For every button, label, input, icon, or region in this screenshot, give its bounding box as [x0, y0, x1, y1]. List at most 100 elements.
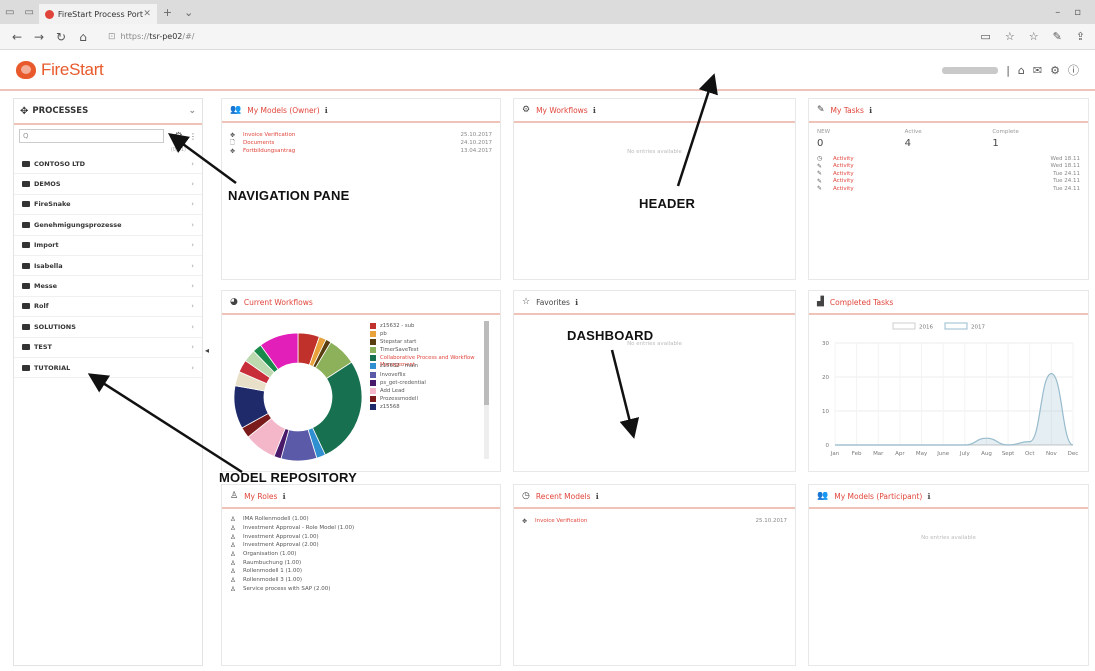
legend-item[interactable]: Collaborative Process and Workflow Manag… [370, 355, 500, 368]
task-row[interactable]: ◷ Activity Wed 18.11 [809, 155, 1088, 163]
model-row[interactable]: ✥ Invoice Verification 25.10.2017 [222, 131, 500, 139]
folder-item[interactable]: Isabella › [14, 256, 202, 277]
gear-icon[interactable]: ⚙ [1050, 64, 1060, 77]
minimize-icon[interactable]: – [1055, 7, 1060, 18]
chevron-right-icon[interactable]: › [191, 262, 194, 270]
folder-item[interactable]: DEMOS › [14, 174, 202, 195]
folder-item[interactable]: FireSnake › [14, 195, 202, 216]
folder-item[interactable]: CONTOSO LTD › [14, 154, 202, 175]
task-stat[interactable]: Complete 1 [992, 129, 1080, 149]
share-icon[interactable]: ⇪ [1076, 30, 1085, 43]
pen-icon[interactable]: ✎ [1053, 30, 1062, 43]
refresh-icon[interactable]: ↻ [50, 30, 72, 44]
info-icon[interactable]: ℹ [869, 106, 872, 115]
role-row[interactable]: ♙ Raumbuchung (1.00) [222, 558, 500, 567]
role-row[interactable]: ♙ Investment Approval (2.00) [222, 541, 500, 550]
folder-item[interactable]: TEST › [14, 338, 202, 358]
model-name-link[interactable]: Documents [243, 140, 461, 146]
legend-item[interactable]: TimerSaveTest [370, 347, 500, 355]
model-row[interactable]: ✥ Fortbildungsantrag 13.04.2017 [222, 147, 500, 155]
role-row[interactable]: ♙ Investment Approval (1.00) [222, 532, 500, 541]
maximize-icon[interactable]: ▫ [1074, 7, 1081, 18]
task-row[interactable]: ✎ Activity Tue 24.11 [809, 170, 1088, 178]
legend-item[interactable]: Invoveflix [370, 371, 500, 380]
info-icon[interactable]: ℹ [282, 492, 285, 501]
folder-item[interactable]: Rolf › [14, 297, 202, 318]
settings-icon[interactable]: ⚙ [174, 131, 183, 142]
role-row[interactable]: ♙ Investment Approval - Role Model (1.00) [222, 524, 500, 533]
task-stat[interactable]: Active 4 [905, 129, 993, 149]
home-icon[interactable]: ⌂ [72, 30, 94, 44]
chevron-right-icon[interactable]: › [191, 364, 194, 372]
role-row[interactable]: ♙ Organisation (1.00) [222, 550, 500, 559]
task-name-link[interactable]: Activity [833, 156, 1051, 162]
task-name-link[interactable]: Activity [833, 178, 1053, 184]
chevron-right-icon[interactable]: › [191, 282, 194, 290]
reading-view-icon[interactable]: ▭ [980, 30, 990, 43]
chevron-right-icon[interactable]: › [191, 160, 194, 168]
info-icon[interactable]: ℹ [575, 298, 578, 307]
mail-icon[interactable]: ✉ [1033, 64, 1042, 77]
legend-item[interactable]: z15632 - sub [370, 323, 500, 331]
scrollbar-thumb[interactable] [484, 321, 489, 405]
info-icon[interactable]: ℹ [596, 492, 599, 501]
browser-tab[interactable]: FireStart Process Portal ✕ [38, 4, 157, 24]
role-row[interactable]: ♙ IMA Rollenmodell (1.00) [222, 515, 500, 524]
back-arrow-icon[interactable]: ← [6, 30, 28, 44]
favorites-list-icon[interactable]: ☆ [1029, 30, 1039, 43]
chevron-right-icon[interactable]: › [191, 241, 194, 249]
legend-item[interactable]: Stepstar start [370, 339, 500, 347]
user-name[interactable] [942, 66, 999, 74]
processes-header[interactable]: ✥ PROCESSES ⌄ [14, 99, 202, 125]
model-row[interactable]: 🗋 Documents 24.10.2017 [222, 139, 500, 147]
chevron-right-icon[interactable]: › [191, 180, 194, 188]
tab-back-icon[interactable]: ▭ [19, 7, 38, 18]
donut-slice[interactable] [311, 361, 363, 456]
legend-item[interactable]: Prozessmodell [370, 395, 500, 404]
chevron-down-icon[interactable]: ⌄ [188, 106, 196, 116]
role-row[interactable]: ♙ Service process with SAP (2.00) [222, 585, 500, 594]
home-icon[interactable]: ⌂ [1018, 64, 1025, 77]
chevron-right-icon[interactable]: › [191, 343, 194, 351]
chevron-right-icon[interactable]: › [191, 221, 194, 229]
favorite-star-icon[interactable]: ☆ [1005, 30, 1015, 43]
task-name-link[interactable]: Activity [833, 163, 1051, 169]
tab-list-icon[interactable]: ⌄ [178, 6, 199, 19]
task-name-link[interactable]: Activity [833, 171, 1053, 177]
info-icon[interactable]: ℹ [325, 106, 328, 115]
recent-model-row[interactable]: ✥ Invoice Verification 25.10.2017 [514, 517, 795, 525]
legend-scrollbar[interactable] [484, 321, 489, 459]
task-row[interactable]: ✎ Activity Wed 18.11 [809, 163, 1088, 171]
new-tab-icon[interactable]: + [157, 6, 178, 19]
model-name-link[interactable]: Fortbildungsantrag [243, 148, 461, 154]
more-options-icon[interactable]: ⋮ [189, 132, 197, 141]
task-row[interactable]: ✎ Activity Tue 24.11 [809, 185, 1088, 193]
legend-item[interactable]: z15568 [370, 403, 500, 412]
info-icon[interactable]: ℹ [593, 106, 596, 115]
task-stat[interactable]: NEW 0 [817, 129, 905, 149]
legend-item[interactable]: pb [370, 331, 500, 339]
chevron-right-icon[interactable]: › [191, 323, 194, 331]
tab-actions-icon[interactable]: ▭ [0, 7, 19, 18]
folder-item[interactable]: TUTORIAL › [14, 358, 202, 379]
chevron-right-icon[interactable]: › [191, 200, 194, 208]
role-row[interactable]: ♙ Rollenmodell 3 (1.00) [222, 576, 500, 585]
folder-item[interactable]: Genehmigungsprozesse › [14, 215, 202, 236]
legend-item[interactable]: ps_get-credential [370, 379, 500, 388]
folder-item[interactable]: SOLUTIONS › [14, 317, 202, 338]
info-icon[interactable]: ℹ [927, 492, 930, 501]
task-row[interactable]: ✎ Activity Tue 24.11 [809, 178, 1088, 186]
folder-item[interactable]: Import › [14, 236, 202, 256]
model-name-link[interactable]: Invoice Verification [535, 518, 756, 524]
folder-item[interactable]: Messe › [14, 276, 202, 297]
collapse-pane-icon[interactable]: ◂ [205, 346, 209, 355]
search-input[interactable]: Q [19, 129, 165, 143]
firestart-logo[interactable]: FireStart [16, 60, 104, 80]
legend-item[interactable]: Add Lead [370, 387, 500, 396]
chevron-right-icon[interactable]: › [191, 302, 194, 310]
forward-arrow-icon[interactable]: → [28, 30, 50, 44]
model-name-link[interactable]: Invoice Verification [243, 132, 461, 138]
task-name-link[interactable]: Activity [833, 186, 1053, 192]
info-icon[interactable]: ⓘ [1068, 62, 1079, 78]
close-tab-icon[interactable]: ✕ [143, 9, 151, 19]
